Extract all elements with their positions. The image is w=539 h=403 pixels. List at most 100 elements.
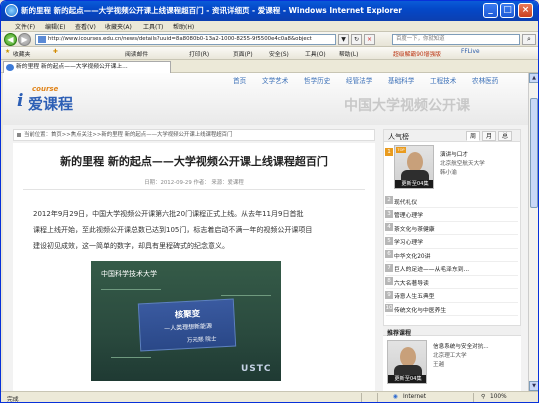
rank-item-title[interactable]: 现代礼仪 [394, 197, 417, 206]
title-bar: 新的里程 新的起点——大学视频公开课上线课程超百门 - 资讯详细页 - 爱课程 … [1, 1, 538, 21]
nav-engineering[interactable]: 工程技术 [430, 75, 456, 85]
zone-label: Internet [403, 394, 427, 400]
rank-number: 9 [385, 290, 393, 299]
sidebar-title: 人气榜 [388, 133, 409, 141]
menu-help[interactable]: 帮助(H) [173, 22, 194, 31]
divider [23, 189, 365, 190]
tab-month[interactable]: 月 [482, 131, 496, 141]
video-university: 中国科学技术大学 [101, 270, 157, 278]
nav-home[interactable]: 首页 [233, 75, 246, 85]
address-input[interactable]: http://www.icourses.edu.cn/news/details?… [35, 34, 336, 45]
rank-number: 3 [385, 209, 393, 218]
scroll-thumb[interactable] [530, 98, 538, 208]
banner-title: 中国大学视频公开课 [344, 98, 470, 114]
chalk-line [221, 295, 271, 296]
scroll-down-icon[interactable]: ▼ [529, 381, 538, 391]
rank-item-title[interactable]: 诗意人生五典型 [394, 291, 435, 300]
close-button[interactable]: × [518, 3, 533, 18]
recommend-course-title[interactable]: 信息系统与安全对抗... [433, 342, 489, 350]
ie-icon [5, 4, 18, 17]
divider [377, 393, 378, 402]
tab-total[interactable]: 总 [498, 131, 512, 141]
vertical-scrollbar[interactable]: ▲ ▼ [528, 73, 538, 391]
globe-icon: ◉ [393, 394, 399, 400]
stop-button[interactable]: × [364, 34, 375, 45]
maximize-button[interactable]: □ [500, 3, 515, 18]
back-button[interactable]: ◀ [4, 33, 17, 46]
search-input[interactable]: 百度一下，你就知道 [392, 34, 520, 45]
video-image[interactable]: 中国科学技术大学 核聚变 —人类理想新能源 万元熙 院士 USTC [91, 261, 281, 381]
address-url: http://www.icourses.edu.cn/news/details?… [48, 36, 312, 42]
address-dropdown-button[interactable]: ▼ [338, 34, 349, 45]
rank-item-title[interactable]: 学习心理学 [394, 237, 423, 246]
minimize-button[interactable]: _ [483, 3, 498, 18]
divider [386, 274, 518, 276]
page-icon [38, 36, 46, 43]
rank-item-title[interactable]: 六大名著导读 [394, 278, 429, 287]
nav-philosophy-history[interactable]: 哲学历史 [304, 75, 330, 85]
featured-course-thumbnail[interactable]: TOP 更新至04集 [394, 145, 434, 189]
menu-file[interactable]: 文件(F) [15, 22, 35, 31]
forward-arrow-icon: ▶ [21, 35, 28, 44]
fflive-button[interactable]: FFLive [461, 49, 480, 55]
menu-tools[interactable]: 工具(T) [143, 22, 163, 31]
divider [386, 315, 518, 316]
rank-item-title[interactable]: 传统文化与中医养生 [394, 305, 446, 314]
recommend-header: 推荐课程 [383, 325, 521, 337]
featured-course-teacher: 韩小渝 [440, 170, 457, 176]
breadcrumb-text: 当前位置：首页>>焦点关注>>新的里程 新的起点——大学视频公开课上线课程超百门 [24, 132, 233, 138]
command-toolbar: ★ 收藏夹 ✚ 阅读邮件 打印(R) 页面(P) 安全(S) 工具(O) 帮助(… [1, 47, 538, 60]
video-brand: USTC [241, 364, 272, 374]
rank-number: 8 [385, 277, 393, 285]
rank-item-title[interactable]: 管理心理学 [394, 210, 423, 219]
tab-current[interactable]: 新的里程 新的起点——大学视频公开课上... [3, 61, 171, 73]
safety-menu-button[interactable]: 安全(S) [269, 49, 289, 58]
scroll-up-icon[interactable]: ▲ [529, 73, 538, 83]
player-ext-button[interactable]: 超级解霸90增强版 [393, 49, 441, 58]
rank-item-title[interactable]: 巨人的足迹——从毛泽东到... [394, 264, 469, 273]
thumbnail-caption: 更新至04集 [388, 375, 426, 383]
add-favorite-icon[interactable]: ✚ [53, 49, 58, 55]
menu-edit[interactable]: 编辑(E) [45, 22, 65, 31]
recommend-thumbnail[interactable]: 更新至04集 [387, 340, 427, 384]
menu-view[interactable]: 查看(V) [75, 22, 96, 31]
divider [386, 247, 518, 249]
rank-number: 5 [385, 236, 393, 245]
chalk-line [111, 357, 151, 358]
menu-favorites[interactable]: 收藏夹(A) [105, 22, 132, 31]
tools-menu-button[interactable]: 工具(O) [305, 49, 326, 58]
rank-number: 1 [385, 148, 393, 156]
rank-number: 2 [385, 196, 393, 204]
favorites-star-icon: ★ [5, 49, 11, 55]
help-menu-button[interactable]: 帮助(L) [339, 49, 358, 58]
rank-item-title[interactable]: 中华文化20讲 [394, 251, 430, 260]
featured-course-title[interactable]: 演讲与口才 [440, 150, 468, 158]
zoom-icon: ⚲ [481, 394, 486, 400]
refresh-button[interactable]: ↻ [351, 34, 362, 45]
zoom-level[interactable]: 100% [490, 394, 507, 400]
nav-economics-law[interactable]: 经管法学 [346, 75, 372, 85]
forward-button[interactable]: ▶ [18, 33, 31, 46]
article-paragraph-line: 2012年9月29日，中国大学视频公开课第六批20门课程正式上线。从去年11月9… [33, 210, 304, 218]
rank-item-title[interactable]: 茶文化与茶健康 [394, 224, 435, 233]
search-button[interactable]: ⌕ [522, 34, 536, 45]
nav-literature-art[interactable]: 文学艺术 [262, 75, 288, 85]
tab-week[interactable]: 周 [466, 131, 480, 141]
page-menu-button[interactable]: 页面(P) [233, 49, 253, 58]
recommend-course-school: 北京理工大学 [433, 353, 467, 359]
print-button[interactable]: 打印(R) [189, 49, 209, 58]
breadcrumb: 当前位置：首页>>焦点关注>>新的里程 新的起点——大学视频公开课上线课程超百门 [13, 129, 375, 141]
tab-page-icon [6, 64, 14, 71]
nav-basic-science[interactable]: 基础科学 [388, 75, 414, 85]
divider [386, 220, 518, 222]
favorites-button[interactable]: 收藏夹 [13, 49, 30, 58]
video-author: 万元熙 院士 [186, 336, 217, 345]
site-header: course i 爱课程 首页 文学艺术 哲学历史 经管法学 基础科学 工程技术… [3, 73, 528, 125]
status-bar: 完成 ◉ Internet ⚲ 100% [1, 391, 538, 402]
article-meta: 日期：2012-09-29 作者： 来源：爱课程 [144, 180, 244, 186]
rank-number: 7 [385, 263, 393, 272]
recommend-title: 推荐课程 [387, 330, 412, 337]
nav-agriculture-medicine[interactable]: 农林医药 [472, 75, 498, 85]
read-mail-button[interactable]: 阅读邮件 [125, 49, 148, 58]
sidebar-header: 人气榜 周 月 总 [384, 130, 520, 142]
